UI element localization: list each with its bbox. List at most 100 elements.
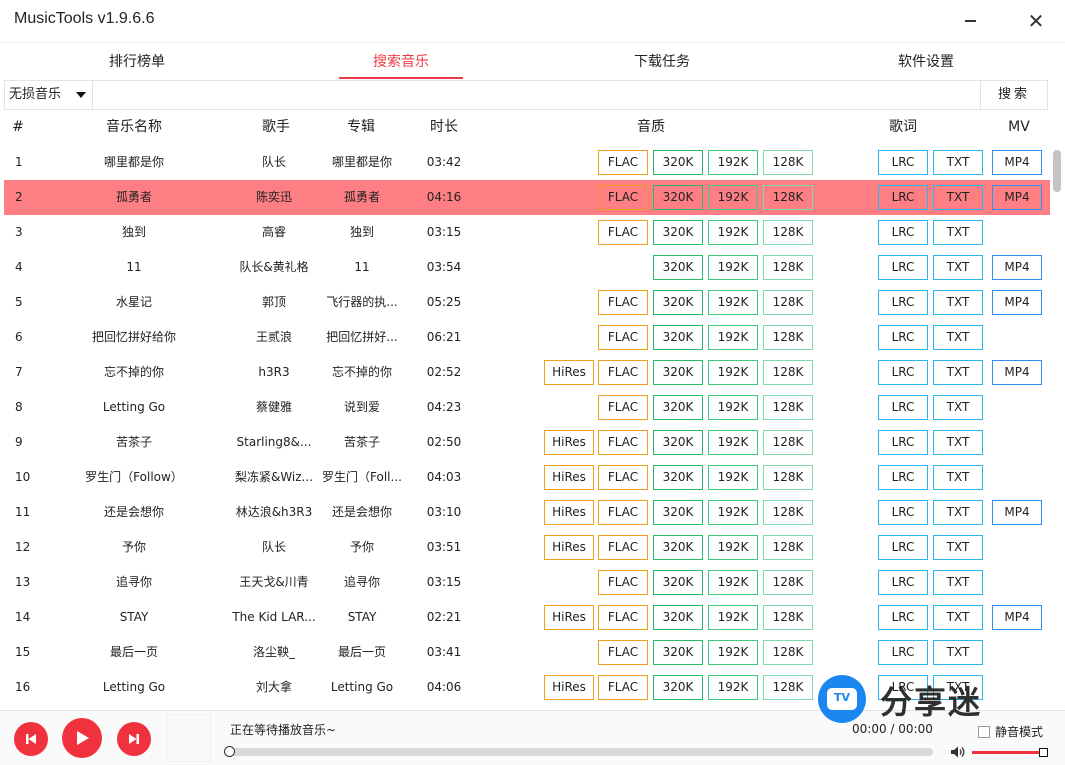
download-mp4-button[interactable]: MP4 (992, 150, 1042, 175)
download-128k-button[interactable]: 128K (763, 675, 813, 700)
download-192k-button[interactable]: 192K (708, 395, 758, 420)
download-flac-button[interactable]: FLAC (598, 325, 648, 350)
download-mp4-button[interactable]: MP4 (992, 255, 1042, 280)
download-320k-button[interactable]: 320K (653, 675, 703, 700)
download-mp4-button[interactable]: MP4 (992, 290, 1042, 315)
download-320k-button[interactable]: 320K (653, 570, 703, 595)
progress-knob[interactable] (224, 746, 235, 757)
download-lrc-button[interactable]: LRC (878, 430, 928, 455)
tab-search-music[interactable]: 搜索音乐 (339, 43, 463, 81)
song-row[interactable]: 16 Letting Go 刘大拿 Letting Go 04:06 HiRes FLAC 3… (4, 670, 1050, 705)
download-320k-button[interactable]: 320K (653, 220, 703, 245)
download-flac-button[interactable]: FLAC (598, 290, 648, 315)
download-lrc-button[interactable]: LRC (878, 255, 928, 280)
download-192k-button[interactable]: 192K (708, 290, 758, 315)
download-lrc-button[interactable]: LRC (878, 290, 928, 315)
download-128k-button[interactable]: 128K (763, 640, 813, 665)
tab-settings[interactable]: 软件设置 (885, 43, 967, 81)
song-row[interactable]: 1 哪里都是你 队长 哪里都是你 03:42 FLAC 320K 192K 128K LRC TXT… (4, 145, 1050, 180)
download-txt-button[interactable]: TXT (933, 325, 983, 350)
mute-checkbox[interactable]: 静音模式 (978, 723, 1043, 740)
download-flac-button[interactable]: FLAC (598, 395, 648, 420)
download-128k-button[interactable]: 128K (763, 430, 813, 455)
next-button[interactable] (117, 722, 151, 756)
download-txt-button[interactable]: TXT (933, 675, 983, 700)
download-192k-button[interactable]: 192K (708, 500, 758, 525)
download-320k-button[interactable]: 320K (653, 605, 703, 630)
download-hires-button[interactable]: HiRes (544, 360, 594, 385)
song-row[interactable]: 8 Letting Go 蔡健雅 说到爱 04:23 FLAC 320K 192K 128K LR… (4, 390, 1050, 425)
download-128k-button[interactable]: 128K (763, 500, 813, 525)
download-128k-button[interactable]: 128K (763, 220, 813, 245)
download-txt-button[interactable]: TXT (933, 465, 983, 490)
scrollbar-thumb[interactable] (1053, 150, 1061, 192)
download-hires-button[interactable]: HiRes (544, 605, 594, 630)
download-192k-button[interactable]: 192K (708, 185, 758, 210)
song-row[interactable]: 15 最后一页 洛尘鞅_ 最后一页 03:41 FLAC 320K 192K 128K LRC TX… (4, 635, 1050, 670)
download-flac-button[interactable]: FLAC (598, 220, 648, 245)
download-320k-button[interactable]: 320K (653, 325, 703, 350)
download-txt-button[interactable]: TXT (933, 185, 983, 210)
song-row[interactable]: 3 独到 高睿 独到 03:15 FLAC 320K 192K 128K LRC TXT (4, 215, 1050, 250)
volume-icon[interactable] (950, 745, 966, 759)
download-128k-button[interactable]: 128K (763, 605, 813, 630)
download-192k-button[interactable]: 192K (708, 675, 758, 700)
download-flac-button[interactable]: FLAC (598, 430, 648, 455)
play-button[interactable] (62, 718, 102, 758)
download-flac-button[interactable]: FLAC (598, 465, 648, 490)
music-type-select[interactable]: 无损音乐 (5, 81, 93, 109)
song-row[interactable]: 4 11 队长&黄礼格 11 03:54 320K 192K 128K LRC TXT MP4 (4, 250, 1050, 285)
download-320k-button[interactable]: 320K (653, 535, 703, 560)
download-mp4-button[interactable]: MP4 (992, 185, 1042, 210)
download-192k-button[interactable]: 192K (708, 360, 758, 385)
download-320k-button[interactable]: 320K (653, 360, 703, 385)
download-hires-button[interactable]: HiRes (544, 675, 594, 700)
search-input[interactable] (94, 81, 980, 109)
previous-button[interactable] (14, 722, 48, 756)
download-128k-button[interactable]: 128K (763, 465, 813, 490)
download-flac-button[interactable]: FLAC (598, 535, 648, 560)
download-lrc-button[interactable]: LRC (878, 675, 928, 700)
download-lrc-button[interactable]: LRC (878, 185, 928, 210)
download-320k-button[interactable]: 320K (653, 395, 703, 420)
download-flac-button[interactable]: FLAC (598, 640, 648, 665)
download-320k-button[interactable]: 320K (653, 255, 703, 280)
song-row[interactable]: 12 予你 队长 予你 03:51 HiRes FLAC 320K 192K 128K LRC TXT (4, 530, 1050, 565)
tab-charts[interactable]: 排行榜单 (96, 43, 178, 81)
song-row[interactable]: 10 罗生门（Follow） 梨冻紧&Wiz... 罗生门（Foll... 04:03 H… (4, 460, 1050, 495)
download-flac-button[interactable]: FLAC (598, 150, 648, 175)
download-192k-button[interactable]: 192K (708, 255, 758, 280)
download-lrc-button[interactable]: LRC (878, 500, 928, 525)
download-txt-button[interactable]: TXT (933, 150, 983, 175)
download-lrc-button[interactable]: LRC (878, 360, 928, 385)
download-192k-button[interactable]: 192K (708, 430, 758, 455)
download-flac-button[interactable]: FLAC (598, 500, 648, 525)
download-192k-button[interactable]: 192K (708, 465, 758, 490)
download-128k-button[interactable]: 128K (763, 535, 813, 560)
download-mp4-button[interactable]: MP4 (992, 360, 1042, 385)
song-row[interactable]: 14 STAY The Kid LAR... STAY 02:21 HiRes FLAC 32… (4, 600, 1050, 635)
download-lrc-button[interactable]: LRC (878, 640, 928, 665)
download-txt-button[interactable]: TXT (933, 255, 983, 280)
download-flac-button[interactable]: FLAC (598, 675, 648, 700)
download-lrc-button[interactable]: LRC (878, 150, 928, 175)
search-button[interactable]: 搜索 (980, 81, 1047, 109)
download-128k-button[interactable]: 128K (763, 325, 813, 350)
download-128k-button[interactable]: 128K (763, 255, 813, 280)
download-txt-button[interactable]: TXT (933, 220, 983, 245)
download-hires-button[interactable]: HiRes (544, 465, 594, 490)
song-row[interactable]: 11 还是会想你 林达浪&h3R3 还是会想你 03:10 HiRes FLAC 320K 19… (4, 495, 1050, 530)
download-320k-button[interactable]: 320K (653, 430, 703, 455)
download-txt-button[interactable]: TXT (933, 570, 983, 595)
download-192k-button[interactable]: 192K (708, 325, 758, 350)
download-lrc-button[interactable]: LRC (878, 220, 928, 245)
song-row[interactable]: 6 把回忆拼好给你 王贰浪 把回忆拼好... 06:21 FLAC 320K 192K 128K… (4, 320, 1050, 355)
download-128k-button[interactable]: 128K (763, 570, 813, 595)
download-hires-button[interactable]: HiRes (544, 535, 594, 560)
download-192k-button[interactable]: 192K (708, 150, 758, 175)
download-192k-button[interactable]: 192K (708, 640, 758, 665)
checkbox-box[interactable] (978, 725, 990, 738)
download-lrc-button[interactable]: LRC (878, 465, 928, 490)
download-lrc-button[interactable]: LRC (878, 395, 928, 420)
download-flac-button[interactable]: FLAC (598, 605, 648, 630)
